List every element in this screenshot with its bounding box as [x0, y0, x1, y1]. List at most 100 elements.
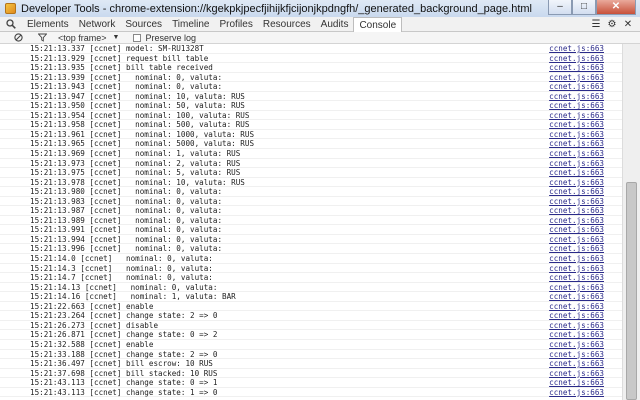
source-link[interactable]: ccnet.js:663 [549, 159, 604, 168]
console-row: 15:21:13.983 [ccnet] nominal: 0, valuta:… [0, 197, 622, 207]
dock-icon[interactable]: ⚙ [604, 19, 620, 30]
console-row: 15:21:32.588 [ccnet] enable ccnet.js:663 [0, 340, 622, 350]
source-link[interactable]: ccnet.js:663 [549, 54, 604, 63]
tab-audits[interactable]: Audits [316, 17, 354, 32]
console-row: 15:21:33.188 [ccnet] change state: 2 => … [0, 350, 622, 360]
console-row: 15:21:13.969 [ccnet] nominal: 1, valuta:… [0, 149, 622, 159]
console-row: 15:21:13.994 [ccnet] nominal: 0, valuta:… [0, 235, 622, 245]
source-link[interactable]: ccnet.js:663 [549, 168, 604, 177]
source-link[interactable]: ccnet.js:663 [549, 63, 604, 72]
console-message: 15:21:26.871 [ccnet] change state: 0 => … [30, 330, 218, 340]
preserve-log-checkbox[interactable] [133, 33, 142, 42]
preserve-log-label: Preserve log [145, 32, 196, 43]
console-row: 15:21:36.497 [ccnet] bill escrow: 10 RUS… [0, 359, 622, 369]
source-link[interactable]: ccnet.js:663 [549, 321, 604, 330]
console-row: 15:21:14.7 [ccnet] nominal: 0, valuta: cc… [0, 273, 622, 283]
source-link[interactable]: ccnet.js:663 [549, 149, 604, 158]
source-link[interactable]: ccnet.js:663 [549, 359, 604, 368]
source-link[interactable]: ccnet.js:663 [549, 206, 604, 215]
maximize-button[interactable]: □ [572, 0, 596, 15]
search-icon[interactable] [0, 17, 22, 32]
console-row: 15:21:43.113 [ccnet] change state: 0 => … [0, 378, 622, 388]
console-message: 15:21:13.939 [ccnet] nominal: 0, valuta: [30, 72, 223, 82]
console-message: 15:21:36.497 [ccnet] bill escrow: 10 RUS [30, 359, 213, 369]
console-message: 15:21:13.969 [ccnet] nominal: 1, valuta:… [30, 149, 241, 159]
source-link[interactable]: ccnet.js:663 [549, 283, 604, 292]
console-message: 15:21:13.989 [ccnet] nominal: 0, valuta: [30, 215, 223, 225]
source-link[interactable]: ccnet.js:663 [549, 216, 604, 225]
console-row: 15:21:26.273 [ccnet] disable ccnet.js:663 [0, 321, 622, 331]
clear-console-icon[interactable] [12, 32, 24, 44]
close-window-button[interactable]: ✕ [596, 0, 636, 15]
source-link[interactable]: ccnet.js:663 [549, 178, 604, 187]
console-message: 15:21:43.113 [ccnet] change state: 1 => … [30, 387, 218, 397]
source-link[interactable]: ccnet.js:663 [549, 44, 604, 53]
console-row: 15:21:43.113 [ccnet] change state: 1 => … [0, 388, 622, 398]
tab-sources[interactable]: Sources [120, 17, 167, 32]
console-message: 15:21:13.954 [ccnet] nominal: 100, valut… [30, 110, 250, 120]
source-link[interactable]: ccnet.js:663 [549, 120, 604, 129]
source-link[interactable]: ccnet.js:663 [549, 187, 604, 196]
console-message: 15:21:13.935 [ccnet] bill table received [30, 63, 213, 73]
console-row: 15:21:13.978 [ccnet] nominal: 10, valuta… [0, 178, 622, 188]
console-filter-bar: <top frame> ▼ Preserve log [0, 32, 640, 44]
source-link[interactable]: ccnet.js:663 [549, 225, 604, 234]
tab-network[interactable]: Network [74, 17, 121, 32]
close-icon[interactable]: ✕ [620, 19, 636, 30]
source-link[interactable]: ccnet.js:663 [549, 244, 604, 253]
console-row: 15:21:13.337 [ccnet] model: SM-RU1328T cc… [0, 44, 622, 54]
frame-selector[interactable]: <top frame> ▼ [58, 33, 119, 43]
source-link[interactable]: ccnet.js:663 [549, 254, 604, 263]
source-link[interactable]: ccnet.js:663 [549, 101, 604, 110]
source-link[interactable]: ccnet.js:663 [549, 264, 604, 273]
tab-console[interactable]: Console [353, 16, 403, 32]
console-row: 15:21:14.0 [ccnet] nominal: 0, valuta: cc… [0, 254, 622, 264]
tab-elements[interactable]: Elements [22, 17, 74, 32]
tab-profiles[interactable]: Profiles [214, 17, 257, 32]
source-link[interactable]: ccnet.js:663 [549, 82, 604, 91]
source-link[interactable]: ccnet.js:663 [549, 340, 604, 349]
console-scrollbar[interactable] [622, 44, 640, 400]
console-row: 15:21:13.961 [ccnet] nominal: 1000, valu… [0, 130, 622, 140]
source-link[interactable]: ccnet.js:663 [549, 197, 604, 206]
filter-icon[interactable] [36, 32, 48, 44]
source-link[interactable]: ccnet.js:663 [549, 330, 604, 339]
source-link[interactable]: ccnet.js:663 [549, 302, 604, 311]
console-message: 15:21:13.994 [ccnet] nominal: 0, valuta: [30, 234, 223, 244]
preserve-log-option[interactable]: Preserve log [133, 33, 196, 43]
source-link[interactable]: ccnet.js:663 [549, 235, 604, 244]
tab-timeline[interactable]: Timeline [167, 17, 214, 32]
console-row: 15:21:13.975 [ccnet] nominal: 5, valuta:… [0, 168, 622, 178]
source-link[interactable]: ccnet.js:663 [549, 311, 604, 320]
console-row: 15:21:13.939 [ccnet] nominal: 0, valuta:… [0, 73, 622, 83]
console-row: 15:21:22.663 [ccnet] enable ccnet.js:663 [0, 302, 622, 312]
console-row: 15:21:37.698 [ccnet] bill stacked: 10 RU… [0, 369, 622, 379]
source-link[interactable]: ccnet.js:663 [549, 292, 604, 301]
console-row: 15:21:13.965 [ccnet] nominal: 5000, valu… [0, 139, 622, 150]
source-link[interactable]: ccnet.js:663 [549, 378, 604, 387]
source-link[interactable]: ccnet.js:663 [549, 273, 604, 282]
console-row: 15:21:13.947 [ccnet] nominal: 10, valuta… [0, 92, 622, 102]
console-message: 15:21:13.983 [ccnet] nominal: 0, valuta: [30, 196, 223, 206]
title-bar: Developer Tools - chrome-extension://kge… [0, 0, 640, 17]
console-row: 15:21:13.980 [ccnet] nominal: 0, valuta:… [0, 187, 622, 197]
panel-tabs: Elements Network Sources Timeline Profil… [22, 16, 403, 32]
source-link[interactable]: ccnet.js:663 [549, 111, 604, 120]
console-message: 15:21:13.987 [ccnet] nominal: 0, valuta: [30, 206, 223, 216]
scrollbar-thumb[interactable] [626, 182, 637, 400]
source-link[interactable]: ccnet.js:663 [549, 369, 604, 378]
source-link[interactable]: ccnet.js:663 [549, 92, 604, 101]
source-link[interactable]: ccnet.js:663 [549, 130, 604, 139]
console-message: 15:21:26.273 [ccnet] disable [30, 320, 159, 330]
tab-resources[interactable]: Resources [258, 17, 316, 32]
minimize-button[interactable]: – [548, 0, 572, 15]
settings-icon[interactable]: ☰ [588, 19, 604, 30]
source-link[interactable]: ccnet.js:663 [549, 139, 604, 148]
console-message: 15:21:14.7 [ccnet] nominal: 0, valuta: [30, 273, 213, 283]
source-link[interactable]: ccnet.js:663 [549, 73, 604, 82]
source-link[interactable]: ccnet.js:663 [549, 388, 604, 397]
console-row: 15:21:13.996 [ccnet] nominal: 0, valuta:… [0, 244, 622, 255]
source-link[interactable]: ccnet.js:663 [549, 350, 604, 359]
console-message: 15:21:13.991 [ccnet] nominal: 0, valuta: [30, 225, 223, 235]
console-message: 15:21:14.3 [ccnet] nominal: 0, valuta: [30, 263, 213, 273]
